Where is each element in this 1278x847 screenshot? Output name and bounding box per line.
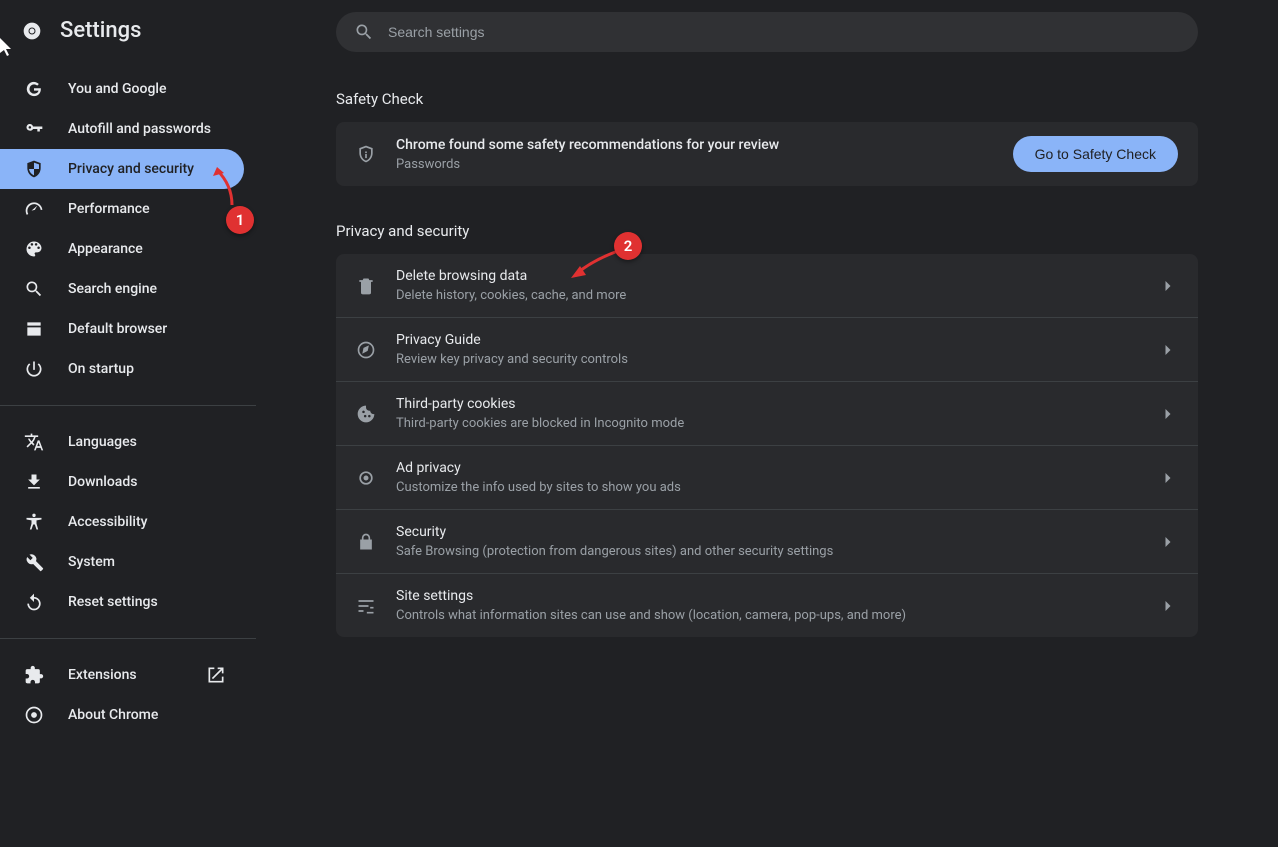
- sidebar-item-label: System: [68, 554, 115, 570]
- sidebar-item-label: You and Google: [68, 81, 166, 97]
- banner-subtitle: Passwords: [396, 157, 779, 172]
- sidebar-item-performance[interactable]: Performance: [0, 189, 244, 229]
- privacy-settings-list: Delete browsing data Delete history, coo…: [336, 254, 1198, 637]
- row-subtitle: Customize the info used by sites to show…: [396, 480, 681, 495]
- reset-icon: [24, 592, 44, 612]
- trash-icon: [356, 276, 376, 296]
- sidebar-item-label: Downloads: [68, 474, 137, 490]
- chrome-logo-icon: [22, 21, 42, 41]
- row-ad-privacy[interactable]: Ad privacy Customize the info used by si…: [336, 446, 1198, 510]
- annotation-badge-1: 1: [226, 206, 254, 234]
- search-input[interactable]: [388, 24, 1180, 40]
- ad-icon: [356, 468, 376, 488]
- key-icon: [24, 119, 44, 139]
- search-icon: [354, 22, 374, 42]
- sidebar-item-reset[interactable]: Reset settings: [0, 582, 244, 622]
- sidebar-item-label: Reset settings: [68, 594, 158, 610]
- row-title: Site settings: [396, 588, 906, 604]
- divider: [0, 638, 256, 639]
- browser-icon: [24, 319, 44, 339]
- sidebar-item-languages[interactable]: Languages: [0, 422, 244, 462]
- divider: [0, 405, 256, 406]
- banner-title: Chrome found some safety recommendations…: [396, 137, 779, 153]
- search-bar[interactable]: [336, 12, 1198, 52]
- chevron-right-icon: [1158, 468, 1178, 488]
- row-delete-browsing-data[interactable]: Delete browsing data Delete history, coo…: [336, 254, 1198, 318]
- row-title: Security: [396, 524, 833, 540]
- download-icon: [24, 472, 44, 492]
- sidebar-item-label: Autofill and passwords: [68, 121, 211, 137]
- sidebar-item-label: Appearance: [68, 241, 143, 257]
- sidebar: Settings You and Google Autofill and pas…: [0, 0, 256, 847]
- mouse-cursor: [0, 38, 16, 62]
- power-icon: [24, 359, 44, 379]
- search-icon: [24, 279, 44, 299]
- sidebar-item-search-engine[interactable]: Search engine: [0, 269, 244, 309]
- row-subtitle: Controls what information sites can use …: [396, 608, 906, 623]
- extension-icon: [24, 665, 44, 685]
- section-heading-safety: Safety Check: [336, 90, 1198, 108]
- app-title: Settings: [60, 18, 141, 43]
- cookie-icon: [356, 404, 376, 424]
- app-header: Settings: [0, 12, 256, 61]
- sidebar-item-default-browser[interactable]: Default browser: [0, 309, 244, 349]
- wrench-icon: [24, 552, 44, 572]
- sidebar-item-label: Languages: [68, 434, 137, 450]
- sidebar-item-label: Accessibility: [68, 514, 147, 530]
- safety-check-banner: Chrome found some safety recommendations…: [336, 122, 1198, 186]
- sidebar-item-privacy[interactable]: Privacy and security: [0, 149, 244, 189]
- sidebar-item-label: Default browser: [68, 321, 167, 337]
- row-site-settings[interactable]: Site settings Controls what information …: [336, 574, 1198, 637]
- lock-icon: [356, 532, 376, 552]
- chevron-right-icon: [1158, 404, 1178, 424]
- row-subtitle: Safe Browsing (protection from dangerous…: [396, 544, 833, 559]
- palette-icon: [24, 239, 44, 259]
- row-subtitle: Third-party cookies are blocked in Incog…: [396, 416, 684, 431]
- row-security[interactable]: Security Safe Browsing (protection from …: [336, 510, 1198, 574]
- sidebar-item-accessibility[interactable]: Accessibility: [0, 502, 244, 542]
- sidebar-item-label: On startup: [68, 361, 134, 377]
- row-subtitle: Review key privacy and security controls: [396, 352, 628, 367]
- chevron-right-icon: [1158, 532, 1178, 552]
- accessibility-icon: [24, 512, 44, 532]
- sidebar-item-label: Privacy and security: [68, 161, 194, 177]
- annotation-arrow-2: [568, 248, 622, 280]
- sidebar-item-label: About Chrome: [68, 707, 158, 723]
- chrome-icon: [24, 705, 44, 725]
- open-in-new-icon: [206, 665, 226, 685]
- tune-icon: [356, 596, 376, 616]
- sidebar-item-extensions[interactable]: Extensions: [0, 655, 244, 695]
- sidebar-item-about[interactable]: About Chrome: [0, 695, 244, 735]
- row-privacy-guide[interactable]: Privacy Guide Review key privacy and sec…: [336, 318, 1198, 382]
- sidebar-item-label: Performance: [68, 201, 150, 217]
- section-heading-privacy: Privacy and security: [336, 222, 1198, 240]
- translate-icon: [24, 432, 44, 452]
- chevron-right-icon: [1158, 596, 1178, 616]
- sidebar-item-label: Search engine: [68, 281, 157, 297]
- row-title: Third-party cookies: [396, 396, 684, 412]
- shield-icon: [24, 159, 44, 179]
- google-g-icon: [24, 79, 44, 99]
- row-third-party-cookies[interactable]: Third-party cookies Third-party cookies …: [336, 382, 1198, 446]
- sidebar-item-system[interactable]: System: [0, 542, 244, 582]
- go-to-safety-check-button[interactable]: Go to Safety Check: [1013, 136, 1178, 172]
- chevron-right-icon: [1158, 340, 1178, 360]
- row-title: Ad privacy: [396, 460, 681, 476]
- main-content: Safety Check Chrome found some safety re…: [256, 0, 1278, 847]
- sidebar-item-downloads[interactable]: Downloads: [0, 462, 244, 502]
- sidebar-item-on-startup[interactable]: On startup: [0, 349, 244, 389]
- chevron-right-icon: [1158, 276, 1178, 296]
- row-title: Privacy Guide: [396, 332, 628, 348]
- annotation-badge-2: 2: [614, 232, 642, 260]
- compass-icon: [356, 340, 376, 360]
- sidebar-item-autofill[interactable]: Autofill and passwords: [0, 109, 244, 149]
- row-subtitle: Delete history, cookies, cache, and more: [396, 288, 626, 303]
- shield-info-icon: [356, 144, 376, 164]
- sidebar-item-appearance[interactable]: Appearance: [0, 229, 244, 269]
- sidebar-item-you-and-google[interactable]: You and Google: [0, 69, 244, 109]
- speedometer-icon: [24, 199, 44, 219]
- sidebar-item-label: Extensions: [68, 667, 137, 683]
